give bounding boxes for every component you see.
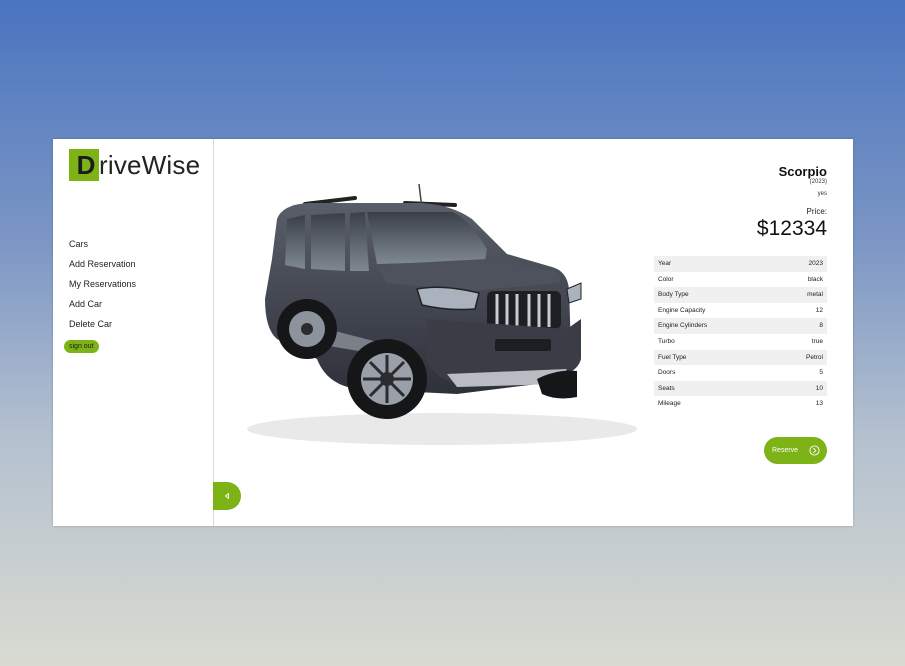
spec-label: Engine Cylinders xyxy=(654,318,775,334)
sidebar: D riveWise Cars Add Reservation My Reser… xyxy=(53,139,214,526)
table-row: Fuel Type Petrol xyxy=(654,349,827,366)
spec-value: true xyxy=(811,337,823,345)
nav-menu: Cars Add Reservation My Reservations Add… xyxy=(69,237,136,337)
nav-item-cars[interactable]: Cars xyxy=(69,237,136,257)
car-price: $12334 xyxy=(756,217,827,240)
spec-value: Petrol xyxy=(774,349,827,366)
nav-item-add-reservation[interactable]: Add Reservation xyxy=(69,257,136,277)
reserve-label: Reserve xyxy=(772,447,799,454)
spec-label: Mileage xyxy=(658,400,681,408)
spec-value: metal xyxy=(774,287,827,303)
spec-label: Fuel Type xyxy=(654,349,775,366)
specs-table: Year 2023 Color black Body Type metal Engin… xyxy=(654,256,827,412)
nav-item-my-reservations[interactable]: My Reservations xyxy=(69,277,136,297)
spec-value: 13 xyxy=(815,400,823,408)
spec-label: Body Type xyxy=(654,287,775,303)
table-row: Year 2023 xyxy=(654,256,827,272)
spec-label: Color xyxy=(658,275,674,283)
logo-mark: D xyxy=(69,149,99,181)
spec-value: 2023 xyxy=(774,256,827,272)
spec-label: Engine Capacity xyxy=(658,306,706,314)
spec-label: Seats xyxy=(654,380,775,397)
back-button[interactable] xyxy=(213,482,241,510)
nav-item-delete-car[interactable]: Delete Car xyxy=(69,317,136,337)
table-row: Body Type metal xyxy=(654,287,827,303)
spec-label: Doors xyxy=(658,369,676,377)
spec-value: 10 xyxy=(774,380,827,397)
car-availability: yes xyxy=(817,191,827,197)
caret-left-icon xyxy=(225,493,229,499)
spec-label: Turbo xyxy=(658,337,675,345)
logo[interactable]: D riveWise xyxy=(69,149,200,181)
car-name: Scorpio xyxy=(778,164,827,179)
reserve-button[interactable]: Reserve xyxy=(764,437,827,464)
table-row: Color black xyxy=(654,272,827,288)
circle-chevron-right-icon xyxy=(809,445,820,456)
table-row: Seats 10 xyxy=(654,380,827,397)
table-row: Doors 5 xyxy=(654,365,827,381)
spec-value: black xyxy=(807,275,823,283)
table-row: Engine Capacity 12 xyxy=(654,303,827,319)
table-row: Mileage 13 xyxy=(654,396,827,412)
table-row: Engine Cylinders 8 xyxy=(654,318,827,334)
car-image xyxy=(247,183,637,445)
spec-value: 8 xyxy=(774,318,827,334)
app-window: D riveWise Cars Add Reservation My Reser… xyxy=(53,139,853,526)
sign-out-button[interactable]: sign out xyxy=(64,340,99,353)
logo-text: riveWise xyxy=(99,150,201,180)
table-row: Turbo true xyxy=(654,334,827,350)
nav-item-add-car[interactable]: Add Car xyxy=(69,297,136,317)
spec-value: 12 xyxy=(815,306,823,314)
car-details: Scorpio (2023) yes Price: $12334 xyxy=(654,159,827,240)
spec-value: 5 xyxy=(819,369,823,377)
price-label: Price: xyxy=(806,207,827,216)
spec-label: Year xyxy=(654,256,775,272)
logo-letter: D xyxy=(76,150,96,180)
car-year: (2023) xyxy=(809,179,827,185)
